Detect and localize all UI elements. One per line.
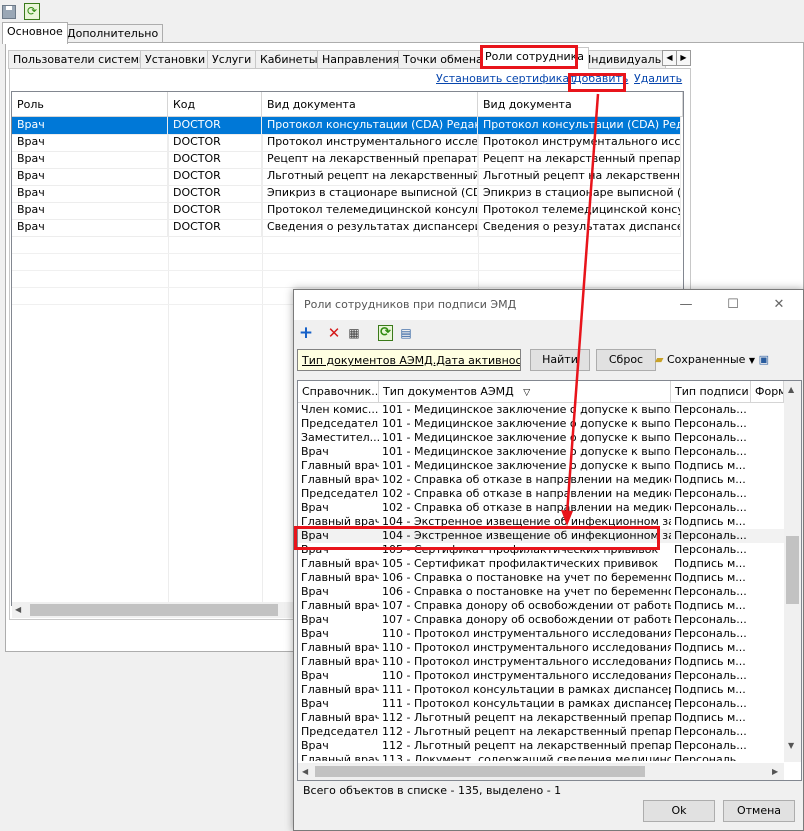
annotation-arrow	[561, 93, 600, 526]
